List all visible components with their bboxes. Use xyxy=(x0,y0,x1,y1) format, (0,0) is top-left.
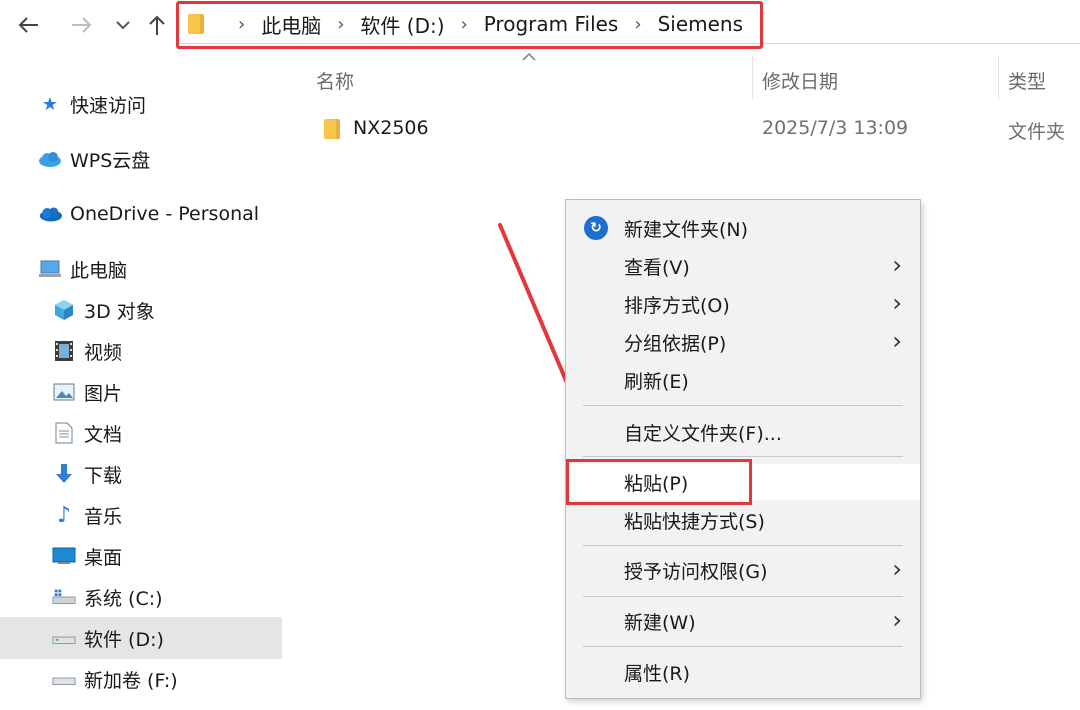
address-annotation-box xyxy=(176,1,763,49)
menu-item-refresh[interactable]: 刷新(E) xyxy=(566,362,920,398)
sidebar-item-label: 图片 xyxy=(84,382,123,405)
chevron-right-icon: › xyxy=(892,327,902,355)
menu-item-label: 自定义文件夹(F)... xyxy=(624,422,782,445)
star-icon: ★ xyxy=(41,93,59,115)
chevron-right-icon: › xyxy=(892,606,902,634)
menu-separator xyxy=(583,596,903,597)
sidebar-item-drive-f[interactable]: 新加卷 (F:) xyxy=(52,659,178,699)
drive-icon xyxy=(52,586,76,608)
menu-item-label: 刷新(E) xyxy=(624,370,689,393)
up-button[interactable] xyxy=(142,8,172,42)
arrow-right-icon xyxy=(72,17,92,33)
menu-item-label: 新建(W) xyxy=(624,611,696,634)
sidebar-item-label: 文档 xyxy=(84,423,123,446)
menu-item-label: 属性(R) xyxy=(624,662,691,685)
paste-annotation-box xyxy=(566,459,752,505)
menu-item-label: 查看(V) xyxy=(624,256,690,279)
cloud-icon xyxy=(38,148,62,170)
sidebar-item-onedrive[interactable]: OneDrive - Personal xyxy=(38,194,259,234)
sidebar-item-label: 桌面 xyxy=(84,546,123,569)
refresh-app-icon: ↻ xyxy=(584,216,608,240)
computer-icon xyxy=(38,258,62,280)
sidebar-item-3d-objects[interactable]: 3D 对象 xyxy=(52,290,155,330)
cube-icon xyxy=(52,299,76,321)
menu-separator xyxy=(583,456,903,457)
menu-item-give-access[interactable]: 授予访问权限(G) › xyxy=(566,552,920,588)
sidebar-item-label: 系统 (C:) xyxy=(84,587,163,610)
sidebar-item-label: 软件 (D:) xyxy=(84,628,164,651)
film-icon xyxy=(52,340,76,362)
menu-item-label: 粘贴快捷方式(S) xyxy=(624,510,765,533)
sidebar-item-downloads[interactable]: 下载 xyxy=(52,454,122,494)
menu-item-group-by[interactable]: 分组依据(P) › xyxy=(566,324,920,360)
sidebar-item-label: 音乐 xyxy=(84,505,123,528)
sidebar-item-label: 下载 xyxy=(84,464,123,487)
sidebar-item-quick-access[interactable]: ★ 快速访问 xyxy=(38,84,146,124)
menu-item-customize-folder[interactable]: 自定义文件夹(F)... xyxy=(566,414,920,450)
onedrive-icon xyxy=(38,203,62,225)
menu-item-new[interactable]: 新建(W) › xyxy=(566,603,920,639)
chevron-right-icon: › xyxy=(892,289,902,317)
sidebar-item-label: 此电脑 xyxy=(70,259,128,282)
column-divider[interactable] xyxy=(998,56,999,100)
column-header-type[interactable]: 类型 xyxy=(1008,62,1046,98)
sidebar-item-wps-cloud[interactable]: WPS云盘 xyxy=(38,139,150,179)
sidebar-item-drive-c[interactable]: 系统 (C:) xyxy=(52,577,163,617)
menu-separator xyxy=(583,646,903,647)
file-row[interactable]: NX2506 2025/7/3 13:09 文件夹 xyxy=(300,110,1080,150)
sidebar-item-drive-d[interactable]: 软件 (D:) xyxy=(52,618,164,658)
file-name: NX2506 xyxy=(353,117,429,139)
drive-icon xyxy=(52,627,76,649)
menu-item-label: 新建文件夹(N) xyxy=(624,218,749,241)
folder-icon xyxy=(324,119,340,139)
column-header-modified[interactable]: 修改日期 xyxy=(762,62,838,98)
sidebar-item-pictures[interactable]: 图片 xyxy=(52,372,122,412)
menu-separator xyxy=(583,545,903,546)
menu-item-sort-by[interactable]: 排序方式(O) › xyxy=(566,286,920,322)
download-icon xyxy=(52,463,76,485)
menu-item-label: 排序方式(O) xyxy=(624,294,730,317)
menu-item-new-folder[interactable]: ↻ 新建文件夹(N) xyxy=(566,210,920,246)
image-icon xyxy=(52,381,76,403)
arrow-up-icon xyxy=(149,15,165,35)
document-icon xyxy=(52,422,76,444)
drive-icon xyxy=(52,668,76,690)
arrow-left-icon xyxy=(18,17,38,33)
menu-item-view[interactable]: 查看(V) › xyxy=(566,248,920,284)
chevron-down-icon xyxy=(116,21,130,30)
sidebar-item-label: 3D 对象 xyxy=(84,300,155,323)
menu-item-properties[interactable]: 属性(R) xyxy=(566,654,920,690)
back-button[interactable] xyxy=(14,8,44,42)
column-header-name[interactable]: 名称 xyxy=(316,62,354,98)
menu-separator xyxy=(583,405,903,406)
sidebar-item-videos[interactable]: 视频 xyxy=(52,331,122,371)
menu-item-label: 分组依据(P) xyxy=(624,332,727,355)
chevron-right-icon: › xyxy=(892,251,902,279)
sidebar-item-this-pc[interactable]: 此电脑 xyxy=(38,249,127,289)
sort-ascending-icon xyxy=(521,50,537,61)
sidebar-item-documents[interactable]: 文档 xyxy=(52,413,122,453)
chevron-right-icon: › xyxy=(892,555,902,583)
music-icon: ♪ xyxy=(56,502,72,528)
sidebar-item-desktop[interactable]: 桌面 xyxy=(52,536,122,576)
file-modified: 2025/7/3 13:09 xyxy=(762,117,909,139)
menu-item-paste-shortcut[interactable]: 粘贴快捷方式(S) xyxy=(566,502,920,538)
sidebar-item-label: OneDrive - Personal xyxy=(70,203,260,225)
sidebar-item-label: 新加卷 (F:) xyxy=(84,669,178,692)
sidebar-item-music[interactable]: ♪ 音乐 xyxy=(52,495,122,535)
column-divider[interactable] xyxy=(752,56,753,100)
file-type: 文件夹 xyxy=(1008,121,1066,143)
sidebar-item-label: 快速访问 xyxy=(70,94,147,117)
desktop-icon xyxy=(52,545,76,567)
sidebar-item-label: WPS云盘 xyxy=(70,149,151,172)
recent-locations-button[interactable] xyxy=(108,8,138,42)
menu-item-label: 授予访问权限(G) xyxy=(624,560,768,583)
context-menu: ↻ 新建文件夹(N) 查看(V) › 排序方式(O) › 分组依据(P) › 刷… xyxy=(565,199,921,699)
sidebar-item-label: 视频 xyxy=(84,341,123,364)
forward-button[interactable] xyxy=(66,8,96,42)
